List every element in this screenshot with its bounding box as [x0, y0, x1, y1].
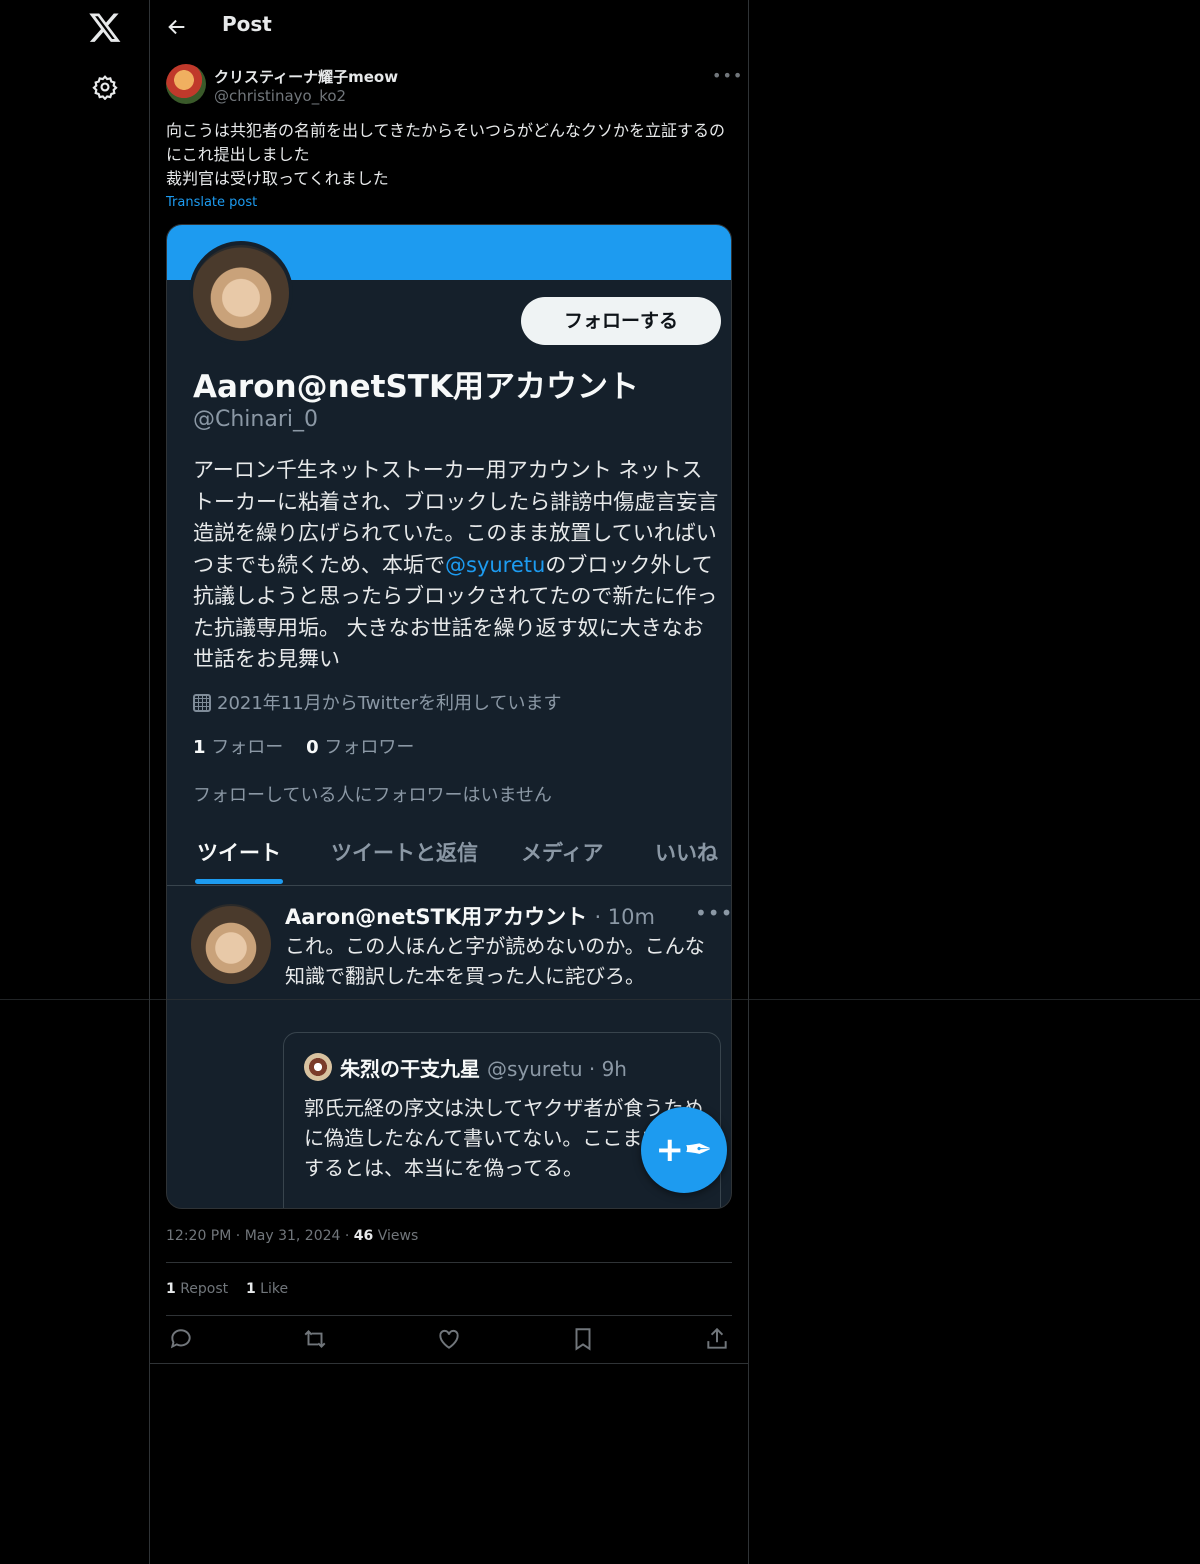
post-text: 向こうは共犯者の名前を出してきたからそいつらがどんなクソかを立証するのにこれ提出… [166, 121, 726, 188]
reposts-label: Repost [180, 1281, 229, 1297]
post-meta: 12:20 PM · May 31, 2024 · 46 Views [166, 1228, 419, 1244]
post-time[interactable]: 12:20 PM [166, 1228, 231, 1244]
divider [166, 1315, 732, 1316]
post-column: Post クリスティーナ耀子meow @christinayo_ko2 ••• … [150, 0, 748, 1564]
tweet-author: Aaron@netSTK用アカウント · 10m [285, 901, 655, 931]
tab-likes: いいね [655, 841, 718, 865]
reply-icon[interactable] [168, 1326, 194, 1352]
likes-label: Like [260, 1281, 289, 1297]
follow-button: フォローする [521, 297, 721, 345]
profile-tabs: ツイート ツイートと返信 メディア いいね [167, 825, 731, 886]
post-date[interactable]: May 31, 2024 [245, 1228, 341, 1244]
back-arrow-icon[interactable] [166, 16, 188, 38]
quote-author: 朱烈の干支九星 @syuretu · 9h [340, 1053, 627, 1082]
repost-icon[interactable] [302, 1326, 328, 1352]
views-label: Views [377, 1228, 419, 1244]
action-bar [166, 1326, 732, 1352]
followers-label: フォロワー [324, 737, 415, 758]
quote-avatar [304, 1053, 332, 1081]
author-avatar[interactable] [166, 64, 206, 104]
profile-bio: アーロン千生ネットストーカー用アカウント ネットストーカーに粘着され、ブロックし… [193, 455, 723, 676]
translate-post-link[interactable]: Translate post [166, 195, 257, 210]
tab-tweets-replies: ツイートと返信 [331, 841, 478, 865]
divider [150, 1363, 748, 1364]
profile-name: Aaron@netSTK用アカウント [193, 369, 639, 405]
profile-handle: @Chinari_0 [193, 407, 318, 432]
tab-media: メディア [521, 841, 604, 865]
page-title: Post [222, 12, 272, 36]
column-divider-right [748, 0, 749, 1564]
profile-avatar [189, 241, 293, 345]
attached-image[interactable]: フォローする Aaron@netSTK用アカウント @Chinari_0 アーロ… [166, 224, 732, 1209]
x-logo-icon[interactable] [88, 10, 122, 44]
joined-text: 2021年11月からTwitterを利用しています [217, 693, 562, 714]
more-options-icon[interactable]: ••• [712, 66, 743, 85]
bookmark-icon[interactable] [570, 1326, 596, 1352]
reposts-link[interactable]: 1 Repost [166, 1281, 228, 1297]
likes-link[interactable]: 1 Like [246, 1281, 288, 1297]
horizontal-guide-line [0, 999, 1200, 1000]
engagement-counts: 1 Repost 1 Like [166, 1281, 288, 1297]
quote-author-name: 朱烈の干支九星 [340, 1057, 480, 1081]
active-tab-indicator [195, 879, 283, 884]
calendar-icon [193, 694, 211, 712]
gear-icon[interactable] [92, 74, 118, 100]
divider [166, 1262, 732, 1263]
no-followers-note: フォローしている人にフォロワーはいません [193, 785, 552, 806]
profile-stats: 1 フォロー 0 フォロワー [193, 733, 414, 759]
share-icon[interactable] [704, 1326, 730, 1352]
tweet-text: これ。この人ほんと字が読めないのか。こんな知識で翻訳した本を買った人に詫びろ。 [285, 934, 705, 988]
compose-fab: +✒ [641, 1107, 727, 1193]
quote-handle-time: @syuretu · 9h [486, 1057, 627, 1081]
post-header: Post [150, 0, 748, 54]
left-sidebar [0, 0, 149, 1564]
tweet-time: · 10m [594, 905, 655, 929]
following-label: フォロー [211, 737, 284, 758]
tweet-more-icon: ••• [695, 901, 732, 925]
reposts-count: 1 [166, 1281, 176, 1297]
following-count: 1 [193, 737, 206, 758]
followers-count: 0 [306, 737, 319, 758]
tab-tweets: ツイート [197, 841, 281, 865]
likes-count: 1 [245, 1281, 256, 1297]
compose-plus-icon: +✒ [655, 1130, 713, 1170]
tweet-author-name: Aaron@netSTK用アカウント [285, 905, 588, 929]
bio-mention: @syuretu [445, 552, 546, 577]
profile-joined: 2021年11月からTwitterを利用しています [193, 689, 562, 715]
tweet-avatar [191, 904, 271, 984]
author-handle[interactable]: @christinayo_ko2 [214, 87, 346, 105]
views-count: 46 [353, 1228, 374, 1244]
like-heart-icon[interactable] [436, 1326, 462, 1352]
author-name[interactable]: クリスティーナ耀子meow [214, 66, 398, 87]
